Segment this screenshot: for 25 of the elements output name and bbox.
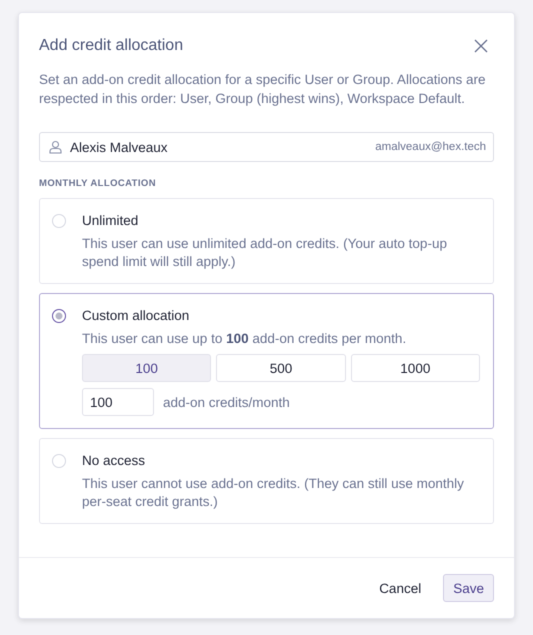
person-icon [49,140,62,154]
dialog-title: Add credit allocation [39,37,184,55]
preset-button[interactable]: 1000 [350,354,480,382]
option-label: Custom allocation [82,308,190,323]
option-label: Unlimited [82,213,140,228]
user-email: amalveaux@hex.tech [375,141,486,153]
amount-unit: add-on credits/month [163,394,290,410]
section-label: MONTHLY ALLOCATION [39,178,157,189]
option-description: This user can use unlimited add-on credits. (Your auto top-up spend limit will still apply.) [82,235,448,271]
allocation-option[interactable]: No access This user cannot use add-on credits. (They can still use monthly per-seat credit grants.) [39,438,494,524]
allocation-option[interactable]: Unlimited This user can use unlimited add-on credits. (Your auto top-up spend limit will still apply.) [39,198,494,284]
preset-button[interactable]: 100 [82,354,212,382]
allocation-option[interactable]: Custom allocation This user can use up to 100 add-on credits per month. 100 500 1000 100 add-on credits/month [39,293,494,429]
radio-button[interactable] [52,309,66,323]
user-field[interactable]: Alexis Malveaux amalveaux@hex.tech [39,132,494,162]
cancel-button[interactable]: Cancel [370,574,430,602]
amount-field[interactable]: 100 [82,388,154,416]
dialog-description: Set an add-on credit allocation for a specific User or Group. Allocations are respected in this order: User, Group (highest wins), Workspace Default. [39,71,486,108]
close-icon[interactable] [474,39,488,53]
preset-button[interactable]: 500 [216,354,346,382]
user-name: Alexis Malveaux [70,140,169,154]
save-button[interactable]: Save [443,574,494,602]
option-description: This user can use up to 100 add-on credits per month. [82,330,408,348]
option-label: No access [82,453,146,468]
option-description: This user cannot use add-on credits. (They can still use monthly per-seat credit grants.) [82,475,465,511]
